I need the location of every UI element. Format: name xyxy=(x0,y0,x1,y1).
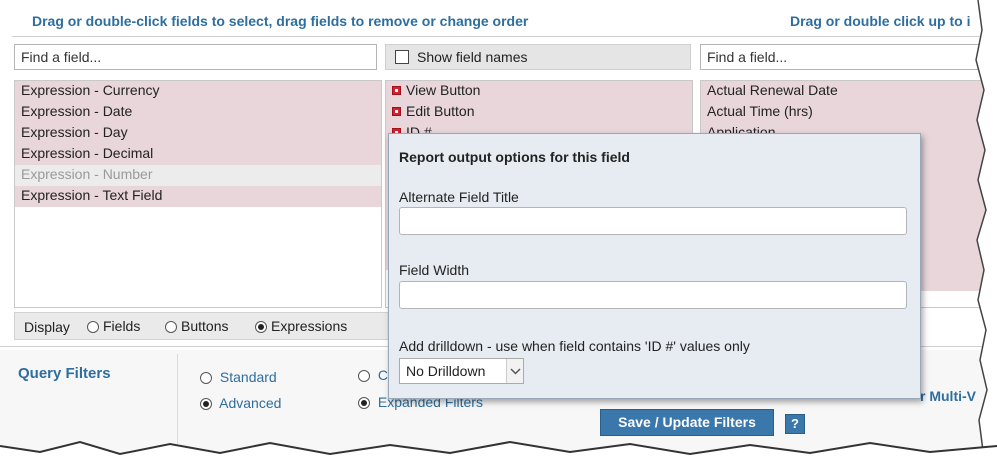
field-item[interactable]: Expression - Decimal xyxy=(15,144,381,166)
field-width-input[interactable] xyxy=(399,281,907,309)
radio-icon[interactable] xyxy=(200,372,212,385)
left-instruction: Drag or double-click fields to select, d… xyxy=(32,13,529,29)
alternate-field-title-input[interactable] xyxy=(399,207,907,235)
standard-label: Standard xyxy=(219,369,277,385)
advanced-option[interactable]: Advanced xyxy=(200,395,281,411)
field-item-label: Expression - Day xyxy=(21,124,128,140)
show-field-names-label: Show field names xyxy=(417,49,528,65)
display-buttons-option[interactable]: Buttons xyxy=(165,318,228,334)
display-expressions-label: Expressions xyxy=(271,318,348,334)
field-width-label: Field Width xyxy=(399,262,470,278)
option-c[interactable]: C xyxy=(358,367,388,383)
display-fields-label: Fields xyxy=(103,318,141,334)
filters-divider xyxy=(177,354,178,444)
field-item-label: Expression - Text Field xyxy=(21,187,163,203)
option-c-label: C xyxy=(377,367,389,383)
save-update-filters-button[interactable]: Save / Update Filters xyxy=(600,409,774,436)
selected-field-label: Edit Button xyxy=(406,103,475,119)
selected-field-item[interactable]: Edit Button xyxy=(386,102,692,124)
field-item-disabled: Expression - Number xyxy=(15,165,381,187)
show-field-names[interactable]: Show field names xyxy=(385,44,691,70)
torn-edge-right xyxy=(975,0,997,466)
right-field-label: Actual Time (hrs) xyxy=(707,103,813,119)
field-item[interactable]: Expression - Day xyxy=(15,123,381,145)
field-item-label: Expression - Currency xyxy=(21,82,160,98)
help-icon[interactable]: ? xyxy=(785,414,805,434)
left-field-search[interactable]: Find a field... xyxy=(14,44,377,70)
field-item-label: Expression - Date xyxy=(21,103,133,119)
radio-icon[interactable] xyxy=(165,321,177,334)
chevron-down-icon[interactable] xyxy=(506,359,523,383)
header-divider xyxy=(12,36,990,37)
remove-icon[interactable] xyxy=(392,106,401,116)
field-item[interactable]: Expression - Text Field xyxy=(15,186,381,208)
selected-field-label: View Button xyxy=(406,82,481,98)
torn-edge-bottom xyxy=(0,440,997,466)
query-filters-title: Query Filters xyxy=(18,365,111,382)
advanced-label: Advanced xyxy=(219,395,282,411)
display-buttons-label: Buttons xyxy=(181,318,229,334)
show-field-names-checkbox[interactable] xyxy=(395,50,409,64)
radio-icon[interactable] xyxy=(358,370,370,383)
popup-title: Report output options for this field xyxy=(399,149,630,165)
left-field-search-placeholder: Find a field... xyxy=(21,49,102,65)
standard-option[interactable]: Standard xyxy=(200,369,277,385)
right-field-search-placeholder: Find a field... xyxy=(707,49,788,65)
drilldown-select-value: No Drilldown xyxy=(406,363,486,379)
radio-selected-icon[interactable] xyxy=(255,321,267,334)
remove-icon[interactable] xyxy=(392,85,401,95)
radio-selected-icon[interactable] xyxy=(358,397,370,410)
field-item[interactable]: Expression - Date xyxy=(15,102,381,124)
alternate-field-title-label: Alternate Field Title xyxy=(399,189,519,205)
field-item[interactable]: Expression - Currency xyxy=(15,81,381,103)
drilldown-label: Add drilldown - use when field contains … xyxy=(399,338,750,354)
radio-icon[interactable] xyxy=(87,321,99,334)
right-field-label: Actual Renewal Date xyxy=(707,82,838,98)
display-fields-option[interactable]: Fields xyxy=(87,318,140,334)
drilldown-select[interactable]: No Drilldown xyxy=(399,358,524,384)
display-expressions-option[interactable]: Expressions xyxy=(255,318,347,334)
report-output-popup: Report output options for this field Alt… xyxy=(388,133,921,399)
selected-field-item[interactable]: View Button xyxy=(386,81,692,103)
field-item-label: Expression - Decimal xyxy=(21,145,154,161)
display-label: Display xyxy=(24,319,70,335)
field-item-label: Expression - Number xyxy=(21,166,153,182)
available-fields-panel[interactable]: Expression - Currency Expression - Date … xyxy=(14,80,382,308)
radio-selected-icon[interactable] xyxy=(200,398,212,411)
